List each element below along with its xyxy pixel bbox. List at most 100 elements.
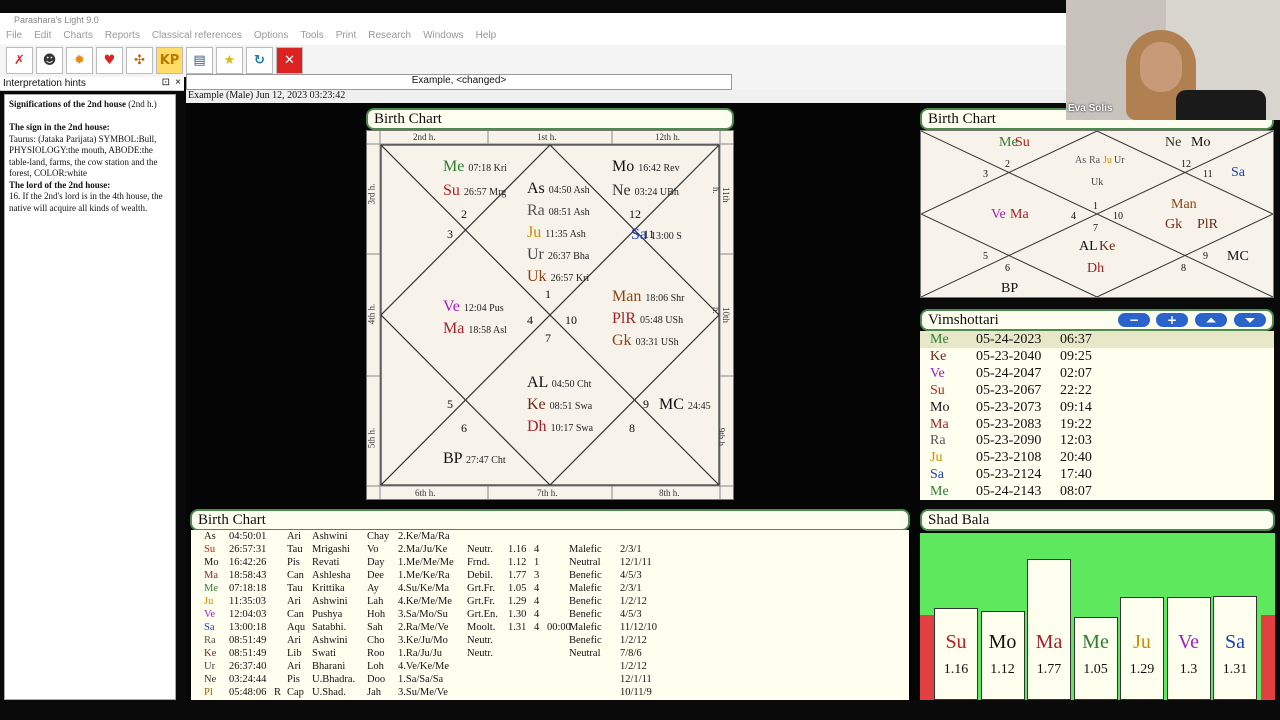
planet-as[interactable]: As 04:50 Ash [527,181,590,199]
up-button[interactable]: ⏶ [1194,312,1228,328]
shadbala-bar-me[interactable]: Me 1.05 [1073,617,1118,700]
planet-ju[interactable]: Ju 11:35 Ash [527,225,586,243]
heart-icon[interactable]: ♥ [96,47,123,74]
table-row[interactable]: Ur 26:37:40 Ari Bharani Loh 4.Ve/Ke/Me 1/2/12 [191,660,909,673]
planet-dh[interactable]: Dh 10:17 Swa [527,419,593,437]
shadbala-bar-ve[interactable]: Ve 1.3 [1166,597,1211,700]
dasha-row[interactable]: Ra 05-23-2090 12:03 [920,432,1274,449]
kp-icon[interactable]: KP [156,47,183,74]
dasha-row[interactable]: Mo 05-23-2073 09:14 [920,399,1274,416]
menu-windows[interactable]: Windows [417,29,470,45]
profile-icon[interactable]: ☻ [36,47,63,74]
table-row[interactable]: Ju 11:35:03 Ari Ashwini Lah 4.Ke/Me/Me Grt.Fr.… [191,595,909,608]
refresh-icon[interactable]: ↻ [246,47,273,74]
pin-icon[interactable]: ⊡ [162,77,170,88]
table-row[interactable]: Sa 13:00:18 Aqu Satabhi. Sah 2.Ra/Me/Ve Moolt.… [191,621,909,634]
planet-uk[interactable]: Uk 26:57 Kri [527,269,589,287]
vimshottari-list[interactable]: Me 05-24-2023 06:37 Ke 05-23-2040 09:25 Ve 05-2… [920,331,1274,500]
shadbala-bar-sa[interactable]: Sa 1.31 [1213,596,1257,700]
shadbala-bar-ma[interactable]: Ma 1.77 [1027,559,1071,700]
small-planet-mc[interactable]: MC [1227,249,1249,265]
planet-su[interactable]: Su 26:57 Mrg [443,183,506,201]
dasha-row[interactable]: Ma 05-23-2083 19:22 [920,416,1274,433]
small-chart[interactable]: Me Su Ne Mo As Ra Ju Ur Uk Sa Ve Ma Man Gk PlR AL Ke Dh MC… [920,130,1274,298]
dasha-row[interactable]: Ju 05-23-2108 20:40 [920,449,1274,466]
wheel-icon[interactable]: ✣ [126,47,153,74]
table-row[interactable]: Ne 03:24:44 Pis U.Bhadra. Doo 1.Sa/Sa/Sa 12/1/… [191,673,909,686]
small-planet-ma[interactable]: Ma [1010,207,1029,223]
small-planet-ra[interactable]: Ra [1089,155,1100,166]
menu-print[interactable]: Print [330,29,363,45]
menu-research[interactable]: Research [362,29,417,45]
table-row[interactable]: Ve 12:04:03 Can Pushya Hoh 3.Sa/Mo/Su Grt.En. 1… [191,608,909,621]
tab-example[interactable]: Example, <changed> [186,74,732,90]
menu-edit[interactable]: Edit [28,29,57,45]
planet-gk[interactable]: Gk 03:31 USh [612,333,679,351]
report-icon[interactable]: ▤ [186,47,213,74]
planet-ke[interactable]: Ke 08:51 Swa [527,397,592,415]
small-planet-plr[interactable]: PlR [1197,217,1218,233]
table-row[interactable]: Ra 08:51:49 Ari Ashwini Cho 3.Ke/Ju/Mo Neutr. B… [191,634,909,647]
planet-ra[interactable]: Ra 08:51 Ash [527,203,590,221]
small-planet-ju[interactable]: Ju [1103,155,1112,166]
main-chart[interactable]: 2nd h. 1st h. 12th h. 6th h. 7th h. 8th … [366,130,734,500]
planet-mc[interactable]: MC 24:45 [659,397,711,415]
small-planet-al[interactable]: AL [1079,239,1098,255]
planet-table[interactable]: As 04:50:01 Ari Ashwini Chay 2.Ke/Ma/Ra Su 26:5… [191,530,909,700]
shadbala-bar-su[interactable]: Su 1.16 [934,608,978,700]
planet-mo[interactable]: Mo 16:42 Rev [612,159,680,177]
table-row[interactable]: Mo 16:42:26 Pis Revati Day 1.Me/Me/Me Frnd. 1.1… [191,556,909,569]
tools-icon[interactable]: ✗ [6,47,33,74]
menu-reports[interactable]: Reports [99,29,146,45]
small-planet-ur[interactable]: Ur [1114,155,1125,166]
table-row[interactable]: Ma 18:58:43 Can Ashlesha Dee 1.Me/Ke/Ra Debil.… [191,569,909,582]
small-planet-dh[interactable]: Dh [1087,261,1104,277]
planet-man[interactable]: Man 18:06 Shr [612,289,685,307]
expand-button[interactable]: + [1155,312,1189,328]
table-row[interactable]: As 04:50:01 Ari Ashwini Chay 2.Ke/Ma/Ra [191,530,909,543]
dasha-row[interactable]: Su 05-23-2067 22:22 [920,382,1274,399]
small-planet-gk[interactable]: Gk [1165,217,1182,233]
sun-icon[interactable]: ✹ [66,47,93,74]
dasha-row[interactable]: Me 05-24-2023 06:37 [920,331,1274,348]
shadbala-bar-mo[interactable]: Mo 1.12 [980,611,1025,700]
small-planet-ke[interactable]: Ke [1099,239,1115,255]
planet-ma[interactable]: Ma 18:58 Asl [443,321,507,339]
planet-al[interactable]: AL 04:50 Cht [527,375,591,393]
menu-charts[interactable]: Charts [57,29,98,45]
shadbala-bar-ju[interactable]: Ju 1.29 [1120,597,1164,700]
table-row[interactable]: Su 26:57:31 Tau Mrigashi Vo 2.Ma/Ju/Ke Neutr. 1… [191,543,909,556]
collapse-button[interactable]: − [1117,312,1151,328]
planet-plr[interactable]: PlR 05:48 USh [612,311,683,329]
close-icon[interactable]: × [175,77,181,88]
planet-ve[interactable]: Ve 12:04 Pus [443,299,504,317]
close-icon[interactable]: ✕ [276,47,303,74]
small-planet-uk[interactable]: Uk [1091,177,1103,188]
planet-ur[interactable]: Ur 26:37 Bha [527,247,589,265]
small-planet-su[interactable]: Su [1015,135,1030,151]
dasha-row[interactable]: Ve 05-24-2047 02:07 [920,365,1274,382]
star-icon[interactable]: ★ [216,47,243,74]
planet-me[interactable]: Me 07:18 Kri [443,159,507,177]
planet-ne[interactable]: Ne 03:24 UBh [612,183,679,201]
small-planet-sa[interactable]: Sa [1231,165,1245,181]
table-row[interactable]: Me 07:18:18 Tau Krittika Ay 4.Su/Ke/Ma Grt.Fr.… [191,582,909,595]
table-row[interactable]: Pl 05:48:06 R Cap U.Shad. Jah 3.Su/Me/Ve 10/11/… [191,686,909,699]
menu-tools[interactable]: Tools [294,29,329,45]
small-planet-as[interactable]: As [1075,155,1086,166]
small-planet-mo[interactable]: Mo [1191,135,1210,151]
menu-options[interactable]: Options [248,29,294,45]
small-planet-ne[interactable]: Ne [1165,135,1181,151]
dasha-row[interactable]: Sa 05-23-2124 17:40 [920,466,1274,483]
small-planet-ve[interactable]: Ve [991,207,1006,223]
menu-help[interactable]: Help [470,29,503,45]
menu-classical-references[interactable]: Classical references [146,29,248,45]
dasha-row[interactable]: Ke 05-23-2040 09:25 [920,348,1274,365]
planet-bp[interactable]: BP 27:47 Cht [443,451,506,469]
menu-file[interactable]: File [0,29,28,45]
down-button[interactable]: ⏷ [1233,312,1267,328]
small-planet-man[interactable]: Man [1171,197,1197,213]
dasha-row[interactable]: Me 05-24-2143 08:07 [920,483,1274,500]
small-planet-bp[interactable]: BP [1001,281,1018,297]
planet-sa[interactable]: Sa 13:00 S [631,227,682,245]
